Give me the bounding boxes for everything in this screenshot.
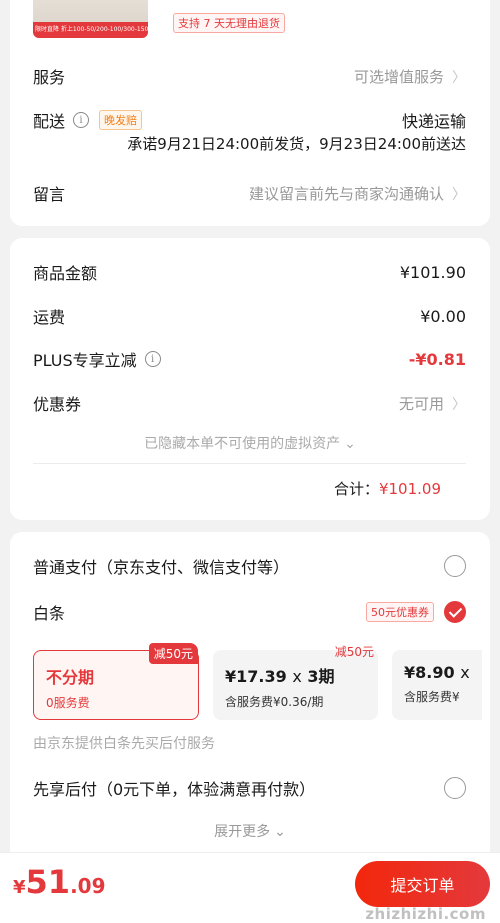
message-label: 留言 <box>33 185 66 204</box>
delivery-row[interactable]: 配送 i 晚发赔 快递运输 <box>33 108 466 132</box>
expand-more-button[interactable]: 展开更多 ⌄ <box>0 821 500 841</box>
shipping-label: 运费 <box>33 308 66 327</box>
message-placeholder: 建议留言前先与商家沟通确认 <box>248 184 444 203</box>
plus-discount-value: -¥0.81 <box>408 349 466 369</box>
total-label: 合计： <box>333 480 379 498</box>
plan-no-installment[interactable]: 减50元 不分期 0服务费 <box>33 643 199 720</box>
pay-later-option[interactable]: 先享后付（0元下单，体验满意再付款） <box>33 776 466 800</box>
baitiao-coupon-tag: 50元优惠券 <box>366 602 434 622</box>
total-value: ¥101.09 <box>378 480 441 498</box>
service-row[interactable]: 服务 可选增值服务〉 <box>33 64 466 88</box>
plus-discount-row: PLUS专享立减 i -¥0.81 <box>33 347 466 371</box>
plan-more-installments[interactable]: ¥8.90 x 含服务费¥ <box>392 650 482 720</box>
delivery-promise: 承诺9月21日24:00前发货，9月23日24:00前送达 <box>127 135 466 153</box>
plan-periods: 3期 <box>307 667 335 686</box>
pay-currency: ¥ <box>13 877 26 898</box>
plan-fee: 含服务费¥0.36/期 <box>225 695 324 709</box>
product-thumb-banner: 限时直降 折上100-50/200-100/300-150 <box>33 22 148 38</box>
plan-amount: ¥8.90 <box>404 663 455 682</box>
watermark-text: zhizhizhi.com <box>365 905 486 923</box>
pay-later-radio[interactable] <box>444 777 466 799</box>
service-value: 可选增值服务 <box>353 67 444 86</box>
coupon-row[interactable]: 优惠券 无可用〉 <box>33 391 466 415</box>
shipping-value: ¥0.00 <box>420 306 466 326</box>
normal-payment-option[interactable]: 普通支付（京东支付、微信支付等） <box>33 554 466 578</box>
plan-3-installments[interactable]: 减50元 ¥17.39 x 3期 含服务费¥0.36/期 <box>213 645 378 720</box>
pay-amount-integer: 51 <box>25 863 71 901</box>
hidden-assets-note: 已隐藏本单不可使用的虚拟资产 <box>144 436 341 452</box>
late-delivery-compensation-tag: 晚发赔 <box>99 110 143 130</box>
chevron-right-icon: 〉 <box>452 69 466 86</box>
info-icon[interactable]: i <box>144 351 161 367</box>
submit-order-button[interactable]: 提交订单 <box>355 861 490 907</box>
plan-multiplier: x <box>292 667 302 686</box>
plan-fee: 含服务费¥ <box>404 690 460 704</box>
product-thumbnail[interactable]: 限时直降 折上100-50/200-100/300-150 <box>33 0 148 38</box>
normal-payment-radio[interactable] <box>444 555 466 577</box>
coupon-label: 优惠券 <box>33 395 82 414</box>
chevron-down-icon: ⌄ <box>274 824 286 840</box>
chevron-right-icon: 〉 <box>452 186 466 203</box>
submit-order-label: 提交订单 <box>390 876 455 895</box>
return-policy-badge: 支持 7 天无理由退货 <box>173 13 285 33</box>
normal-payment-label: 普通支付（京东支付、微信支付等） <box>33 558 290 577</box>
delivery-method: 快递运输 <box>401 112 466 131</box>
goods-amount-row: 商品金额 ¥101.90 <box>33 260 466 284</box>
shipping-row: 运费 ¥0.00 <box>33 304 466 328</box>
info-icon[interactable]: i <box>73 112 90 128</box>
hidden-assets-toggle[interactable]: 已隐藏本单不可使用的虚拟资产 ⌄ <box>10 433 490 453</box>
plan-title: 不分期 <box>46 668 95 687</box>
baitiao-radio[interactable] <box>444 601 466 623</box>
message-row[interactable]: 留言 建议留言前先与商家沟通确认〉 <box>33 181 466 205</box>
plan-discount-badge: 减50元 <box>334 645 374 659</box>
expand-more-label: 展开更多 <box>214 824 271 840</box>
chevron-right-icon: 〉 <box>452 396 466 413</box>
goods-amount-label: 商品金额 <box>33 264 98 283</box>
divider <box>33 463 466 464</box>
baitiao-label: 白条 <box>33 604 66 623</box>
delivery-label: 配送 <box>33 112 66 131</box>
total-row: 合计：¥101.09 <box>334 478 441 499</box>
plan-fee: 0服务费 <box>46 696 90 710</box>
goods-amount-value: ¥101.90 <box>399 262 466 282</box>
plan-discount-badge: 减50元 <box>148 643 198 664</box>
service-label: 服务 <box>33 68 66 87</box>
pay-amount: ¥51.09 <box>13 863 106 901</box>
checkout-bar: ¥51.09 提交订单 zhizhizhi.com <box>0 852 500 923</box>
plan-amount: ¥17.39 <box>225 667 287 686</box>
provider-note: 由京东提供白条先买后付服务 <box>33 736 215 752</box>
pay-later-label: 先享后付（0元下单，体验满意再付款） <box>33 780 316 799</box>
pay-amount-decimal: .09 <box>70 874 106 898</box>
plus-discount-label: PLUS专享立减 <box>33 351 137 370</box>
price-summary-card: 商品金额 ¥101.90 运费 ¥0.00 PLUS专享立减 i -¥0.81 … <box>10 238 490 520</box>
coupon-value: 无可用 <box>398 394 444 413</box>
chevron-down-icon: ⌄ <box>344 436 356 452</box>
plan-multiplier: x <box>460 663 470 682</box>
baitiao-option[interactable]: 白条 50元优惠券 <box>33 600 466 624</box>
order-info-card: 限时直降 折上100-50/200-100/300-150 支持 7 天无理由退… <box>10 0 490 226</box>
